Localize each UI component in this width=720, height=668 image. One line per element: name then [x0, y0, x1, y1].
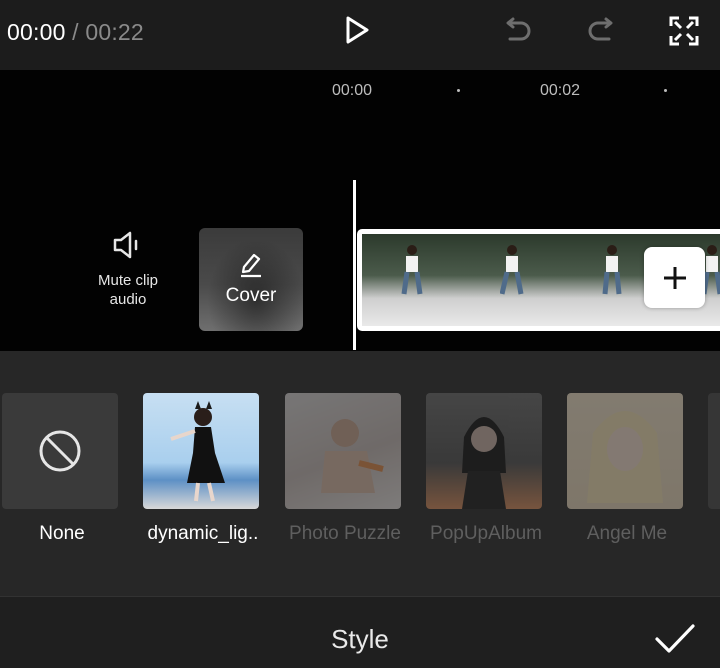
style-name: PopUpAlbum	[430, 523, 542, 544]
speaker-icon	[113, 231, 138, 259]
pencil-icon	[241, 253, 261, 278]
dancer-image	[170, 401, 225, 502]
style-option-none[interactable]: None	[2, 393, 120, 544]
play-button[interactable]	[336, 10, 376, 50]
timeline-dot	[457, 89, 460, 92]
prohibited-icon	[39, 430, 81, 472]
bottom-bar: Style	[0, 596, 720, 668]
add-clip-button[interactable]	[644, 247, 705, 308]
style-name: Photo Puzzle	[289, 523, 401, 544]
timeline-tick: 00:00	[332, 82, 373, 99]
confirm-button[interactable]	[652, 619, 698, 659]
style-option-popup-album[interactable]: PopUpAlbum	[426, 393, 544, 544]
mute-clip-audio-label: Mute clip audio	[97, 272, 159, 308]
fullscreen-icon	[669, 16, 699, 46]
plus-icon	[663, 266, 686, 289]
clip-frame	[462, 234, 562, 326]
style-thumbnail	[2, 393, 118, 509]
current-time: 00:00	[7, 19, 66, 45]
style-option-partial[interactable]	[708, 393, 720, 509]
playback-time: 00:00 / 00:22	[7, 19, 144, 46]
cover-button[interactable]: Cover	[199, 228, 303, 331]
undo-icon	[506, 17, 531, 41]
timeline-area[interactable]: 00:00 00:02 Mute clip audio Cover	[0, 70, 720, 351]
style-thumbnail	[143, 393, 259, 509]
cover-thumbnail	[199, 228, 303, 331]
time-separator: /	[72, 19, 79, 45]
fullscreen-button[interactable]	[663, 10, 705, 52]
playhead[interactable]	[353, 180, 356, 350]
play-icon	[346, 16, 369, 44]
style-option-angel-me[interactable]: Angel Me	[567, 393, 685, 544]
style-thumbnail	[567, 393, 683, 509]
mute-clip-audio-button[interactable]: Mute clip audio	[82, 230, 174, 330]
style-name: dynamic_lig..	[147, 523, 259, 544]
puzzle-image	[321, 419, 384, 493]
album-image	[462, 417, 506, 509]
timeline-tick: 00:02	[540, 82, 581, 99]
top-toolbar: 00:00 / 00:22	[0, 0, 720, 70]
style-picker[interactable]: None dynamic_lig.. Photo Puzzle PopUpAlb…	[0, 351, 720, 596]
style-option-photo-puzzle[interactable]: Photo Puzzle	[285, 393, 403, 544]
style-thumbnail	[285, 393, 401, 509]
timeline-dot	[664, 89, 667, 92]
style-thumbnail	[708, 393, 720, 509]
style-name: None	[39, 523, 85, 544]
undo-button[interactable]	[497, 10, 539, 52]
angel-image	[587, 411, 663, 503]
redo-icon	[588, 17, 613, 41]
style-thumbnail	[426, 393, 542, 509]
style-name: Angel Me	[586, 523, 668, 544]
redo-button[interactable]	[580, 10, 622, 52]
style-option-dynamic-light[interactable]: dynamic_lig..	[143, 393, 261, 544]
clip-frame	[362, 234, 462, 326]
checkmark-icon	[655, 624, 695, 653]
cover-label: Cover	[225, 285, 277, 306]
total-duration: 00:22	[85, 19, 144, 45]
panel-title: Style	[331, 624, 389, 654]
